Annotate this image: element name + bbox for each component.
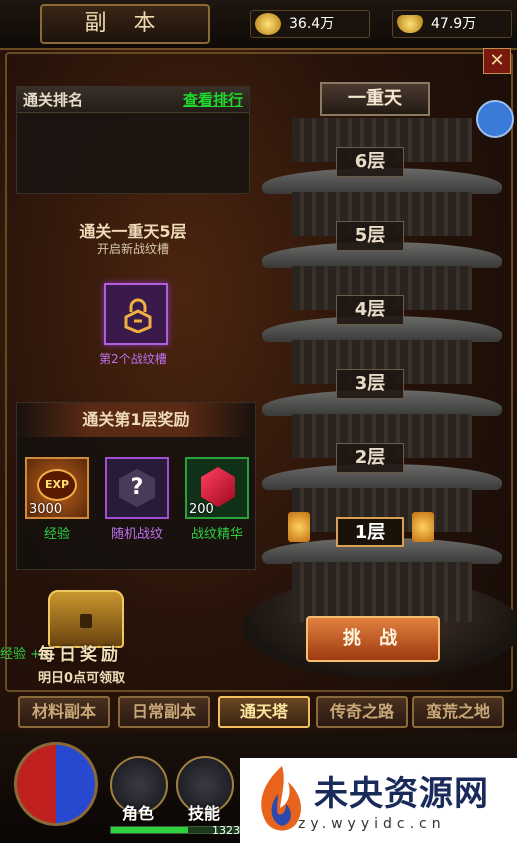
watermark: 未央资源网 zy.wyyidc.cn xyxy=(240,758,517,843)
rune-slot[interactable] xyxy=(104,283,168,345)
gold-ingot-icon xyxy=(397,15,423,33)
taiji-icon[interactable] xyxy=(14,742,98,826)
tab-daily-dungeon[interactable]: 日常副本 xyxy=(118,696,210,728)
tower-name-sign: 一重天 xyxy=(320,82,430,116)
close-button[interactable]: ✕ xyxy=(483,48,511,74)
ingot-counter: 47.9万 xyxy=(392,10,512,38)
role-label: 角色 xyxy=(121,804,154,823)
floor-2-button[interactable]: 2层 xyxy=(336,443,404,473)
reward-random-rune[interactable]: ? xyxy=(105,457,169,519)
reward-rune-essence[interactable]: 200 xyxy=(185,457,249,519)
floor-3-button[interactable]: 3层 xyxy=(336,369,404,399)
unlock-title: 通关一重天5层 xyxy=(79,222,187,241)
reward-label: 经验 xyxy=(43,527,70,542)
skill-label: 技能 xyxy=(187,804,220,823)
rune-slot-label: 第2个战纹槽 xyxy=(99,352,167,366)
question-mark-icon: ? xyxy=(119,469,155,507)
reward-label: 战纹精华 xyxy=(190,527,243,542)
reward-exp[interactable]: EXP 3000 xyxy=(25,457,89,519)
daily-reward-title: 每日奖励 xyxy=(38,645,122,665)
exp-number: 1323 xyxy=(212,824,240,837)
exp-icon: EXP xyxy=(37,469,77,501)
lantern-icon xyxy=(412,512,434,542)
tab-legend-road[interactable]: 传奇之路 xyxy=(316,696,408,728)
reward-count: 3000 xyxy=(29,502,63,517)
reward-panel: 通关第1层奖励 EXP 3000 ? 200 经验 随机战纹 战纹精华 xyxy=(16,402,256,570)
floor-5-button[interactable]: 5层 xyxy=(336,221,404,251)
top-bar: 副 本 36.4万 47.9万 xyxy=(0,0,517,50)
tab-wild-land[interactable]: 蛮荒之地 xyxy=(412,696,504,728)
tab-sky-tower[interactable]: 通天塔 xyxy=(218,696,310,728)
tab-material-dungeon[interactable]: 材料副本 xyxy=(18,696,110,728)
watermark-name: 未央资源网 xyxy=(314,774,489,814)
ranking-panel: 通关排名 查看排行 xyxy=(16,86,250,194)
watermark-url: zy.wyyidc.cn xyxy=(298,816,446,832)
gold-coin-icon xyxy=(255,13,281,35)
dungeon-tabs: 材料副本 日常副本 通天塔 传奇之路 蛮荒之地 xyxy=(14,696,517,730)
floor-6-button[interactable]: 6层 xyxy=(336,147,404,177)
close-icon: ✕ xyxy=(489,50,505,71)
reward-label: 随机战纹 xyxy=(110,527,163,542)
challenge-button[interactable]: 挑 战 xyxy=(306,616,440,662)
lantern-icon xyxy=(288,512,310,542)
gold-counter: 36.4万 xyxy=(250,10,370,38)
reward-count: 200 xyxy=(189,502,214,517)
reward-title: 通关第1层奖励 xyxy=(17,403,255,437)
ranking-title: 通关排名 xyxy=(23,91,84,109)
view-ranking-link[interactable]: 查看排行 xyxy=(183,89,243,110)
floor-1-button[interactable]: 1层 xyxy=(336,517,404,547)
lock-icon xyxy=(124,298,152,333)
ingot-amount: 47.9万 xyxy=(431,16,477,32)
page-title: 副 本 xyxy=(40,4,210,44)
red-gem-icon xyxy=(201,467,235,507)
floor-4-button[interactable]: 4层 xyxy=(336,295,404,325)
daily-reward-subtitle: 明日0点可领取 xyxy=(38,671,126,686)
gold-amount: 36.4万 xyxy=(289,16,335,32)
game-screen: 副 本 36.4万 47.9万 ✕ 通关排名 查看排行 通关一重天5层 开启新战… xyxy=(0,0,517,843)
unlock-subtitle: 开启新战纹槽 xyxy=(96,242,169,256)
